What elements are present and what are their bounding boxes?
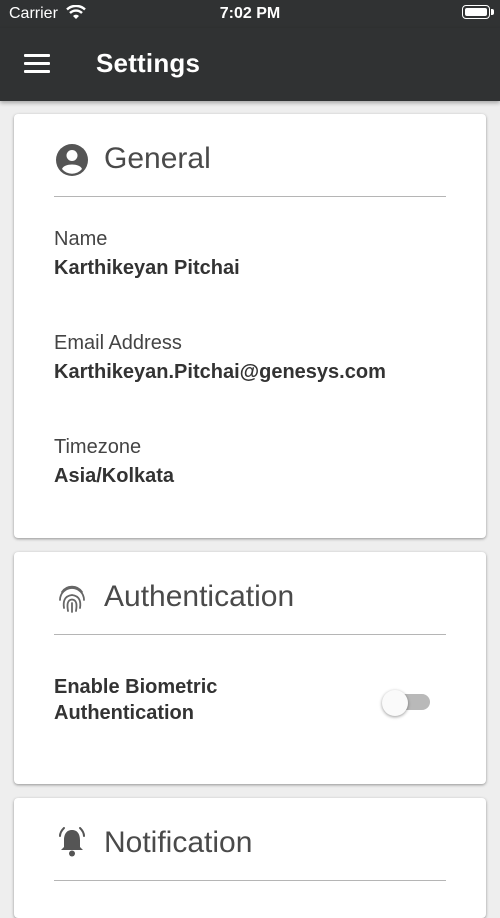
status-bar: Carrier 7:02 PM — [0, 0, 500, 28]
notification-title: Notification — [104, 826, 253, 859]
toggle-knob — [382, 690, 408, 716]
notification-header: Notification — [54, 798, 446, 881]
menu-icon[interactable] — [24, 54, 50, 74]
authentication-header: Authentication — [54, 552, 446, 635]
email-value: Karthikeyan.Pitchai@genesys.com — [54, 361, 386, 383]
email-label: Email Address — [54, 332, 182, 354]
clock: 7:02 PM — [219, 5, 281, 22]
email-field: Email Address Karthikeyan.Pitchai@genesy… — [54, 332, 446, 384]
name-field: Name Karthikeyan Pitchai — [54, 228, 446, 280]
authentication-title: Authentication — [104, 580, 295, 613]
timezone-field: Timezone Asia/Kolkata — [54, 436, 446, 488]
app-bar: Settings — [0, 28, 500, 101]
timezone-label: Timezone — [54, 436, 142, 458]
biometric-toggle[interactable] — [382, 690, 430, 716]
general-header: General — [54, 114, 446, 197]
page-title: Settings — [96, 48, 201, 78]
name-label: Name — [54, 228, 108, 250]
fingerprint-icon — [59, 585, 85, 613]
biometric-label: Enable Biometric Authentication — [54, 676, 218, 724]
general-card: General Name Karthikeyan Pitchai Email A… — [14, 114, 486, 538]
notification-bell-icon — [59, 827, 85, 857]
general-title: General — [104, 142, 211, 175]
name-value: Karthikeyan Pitchai — [54, 257, 240, 279]
notification-card: Notification — [14, 798, 486, 918]
battery-icon — [462, 5, 494, 19]
account-circle-icon — [56, 144, 88, 176]
authentication-card: Authentication Enable Biometric Authenti… — [14, 552, 486, 784]
timezone-value: Asia/Kolkata — [54, 465, 175, 487]
